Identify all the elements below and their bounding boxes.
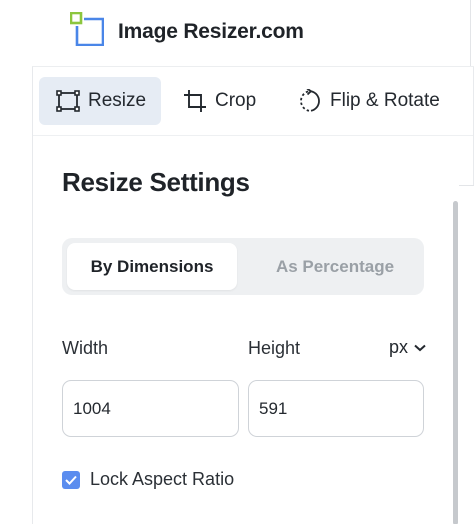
tab-resize-label: Resize [88,90,147,111]
tab-flip-rotate[interactable]: Flip & Rotate [296,77,440,125]
tab-crop[interactable]: Crop [181,77,256,125]
unit-value: px [389,337,409,357]
resize-mode-toggle: By Dimensions As Percentage [62,238,424,295]
tab-flip-rotate-label: Flip & Rotate [330,90,440,111]
settings-panel: Resize Crop Flip & Rotate Resize Setting… [32,66,474,524]
app-page: Image Resizer.com Resize Crop Flip & Rot… [0,0,474,524]
lock-aspect-ratio-label: Lock Aspect Ratio [90,469,235,489]
site-header: Image Resizer.com [0,0,474,66]
scrollbar-thumb[interactable] [453,201,458,524]
chevron-down-icon [414,344,426,352]
unit-select[interactable]: px [389,337,426,358]
resize-square-logo-icon[interactable] [70,12,104,46]
checkmark-icon [65,475,77,485]
lock-aspect-ratio-checkbox[interactable] [62,470,80,489]
brand-name[interactable]: Image Resizer.com [118,20,304,44]
crop-icon [183,89,207,113]
rotate-icon [298,89,322,113]
header-edge [470,0,471,66]
tab-resize[interactable]: Resize [39,77,161,125]
mode-by-dimensions-button[interactable]: By Dimensions [67,243,237,290]
tabs-divider [33,135,474,136]
width-input[interactable] [62,380,239,437]
width-label: Width [62,338,109,358]
lock-aspect-ratio[interactable]: Lock Aspect Ratio [62,469,234,490]
resize-frame-icon [56,90,80,112]
height-label: Height [248,338,301,358]
mode-as-percentage-button[interactable]: As Percentage [250,243,420,290]
tab-crop-label: Crop [215,90,257,111]
panel-edge-line [459,185,474,186]
section-title: Resize Settings [62,167,250,197]
height-input[interactable] [248,380,424,437]
